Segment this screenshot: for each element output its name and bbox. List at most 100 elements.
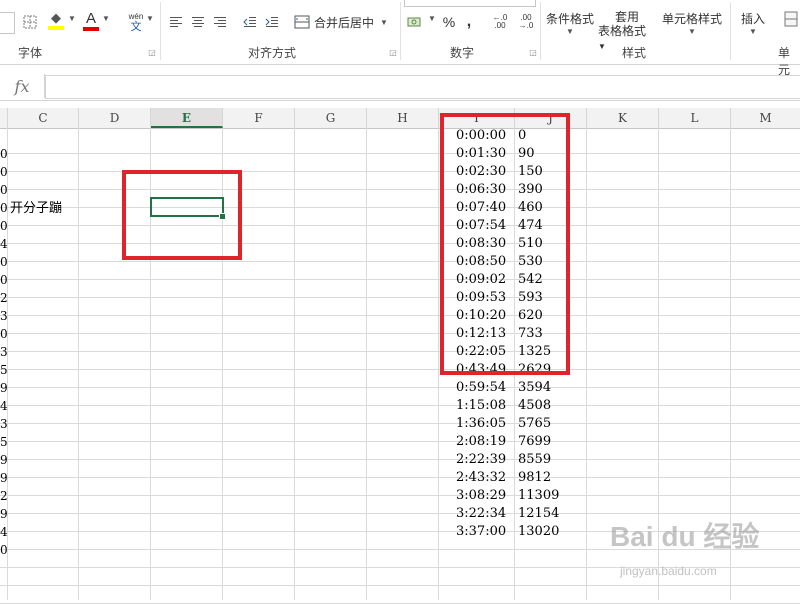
font-color-button[interactable]: A: [80, 8, 102, 32]
dialog-launcher-icon[interactable]: ◲: [388, 48, 398, 57]
cell-b-partial[interactable]: 5: [0, 433, 7, 451]
cell-b-partial[interactable]: 0: [0, 253, 7, 271]
number-format-dropdown[interactable]: [404, 0, 536, 7]
formula-input[interactable]: [45, 75, 800, 99]
cell-time[interactable]: 1:15:08: [456, 397, 506, 415]
column-header-d[interactable]: D: [79, 108, 151, 128]
merge-center-button[interactable]: 合并后居中 ▼: [294, 12, 392, 32]
insert-function-button[interactable]: fx: [0, 74, 45, 98]
fill-color-icon: ◆: [51, 10, 61, 25]
chevron-down-icon[interactable]: ▼: [146, 14, 154, 23]
cell-time[interactable]: 2:22:39: [456, 451, 506, 469]
group-divider: [540, 2, 541, 60]
cell-value[interactable]: 8559: [518, 451, 551, 469]
cell-b-partial[interactable]: 4: [0, 235, 7, 253]
cell-time[interactable]: 2:43:32: [456, 469, 506, 487]
gridline: [0, 315, 800, 316]
cell-b-partial[interactable]: 3: [0, 307, 7, 325]
increase-indent-icon[interactable]: [262, 12, 282, 32]
cell-c-text[interactable]: 开分子蹦: [10, 200, 62, 218]
delete-icon[interactable]: [782, 8, 800, 30]
column-header-c[interactable]: C: [8, 108, 79, 128]
cell-b-partial[interactable]: 0: [0, 163, 7, 181]
cell-b-partial[interactable]: 4: [0, 523, 7, 541]
gridline: [0, 513, 800, 514]
gridline: [0, 351, 800, 352]
cell-b-partial[interactable]: 2: [0, 487, 7, 505]
gridline: [0, 153, 800, 154]
cell-value[interactable]: 13020: [518, 523, 559, 541]
cell-b-partial[interactable]: 0: [0, 217, 7, 235]
decrease-decimal-button[interactable]: .00 →.0: [514, 12, 538, 32]
cell-b-partial[interactable]: 0: [0, 541, 7, 559]
chevron-down-icon: ▼: [598, 42, 606, 51]
column-header-l[interactable]: L: [659, 108, 731, 128]
cell-b-partial[interactable]: 9: [0, 379, 7, 397]
chevron-down-icon[interactable]: ▼: [68, 14, 76, 23]
decrease-indent-icon[interactable]: [240, 12, 260, 32]
column-header-h[interactable]: H: [367, 108, 439, 128]
cell-b-partial[interactable]: 9: [0, 505, 7, 523]
cell-b-partial[interactable]: 0: [0, 325, 7, 343]
gridline: [0, 243, 800, 244]
column-header-partial[interactable]: [0, 108, 8, 128]
cell-value[interactable]: 5765: [518, 415, 551, 433]
cell-value[interactable]: 12154: [518, 505, 559, 523]
cell-value[interactable]: 4508: [518, 397, 551, 415]
cell-b-partial[interactable]: 4: [0, 397, 7, 415]
dialog-launcher-icon[interactable]: ◲: [528, 48, 538, 57]
cell-time[interactable]: 3:08:29: [456, 487, 506, 505]
align-left-icon[interactable]: [166, 12, 186, 32]
align-right-icon[interactable]: [210, 12, 230, 32]
cell-styles-button[interactable]: 单元格样式 ▼: [660, 0, 724, 42]
cell-b-partial[interactable]: 3: [0, 343, 7, 361]
cell-value[interactable]: 11309: [518, 487, 559, 505]
cell-b-partial[interactable]: 9: [0, 469, 7, 487]
fill-color-button[interactable]: ◆: [44, 8, 68, 32]
cell-time[interactable]: 3:37:00: [456, 523, 506, 541]
cell-time[interactable]: 1:36:05: [456, 415, 506, 433]
cell-b-partial[interactable]: 0: [0, 271, 7, 289]
annotation-box-data: [440, 113, 570, 375]
cell-time[interactable]: 2:08:19: [456, 433, 506, 451]
cell-b-partial[interactable]: 5: [0, 361, 7, 379]
increase-decimal-button[interactable]: ←.0.00: [488, 12, 512, 32]
cell-value[interactable]: 7699: [518, 433, 551, 451]
gridline: [0, 387, 800, 388]
cell-time[interactable]: 3:22:34: [456, 505, 506, 523]
cell-b-partial[interactable]: 3: [0, 415, 7, 433]
column-header-k[interactable]: K: [587, 108, 659, 128]
cell-b-partial[interactable]: 0: [0, 145, 7, 163]
phonetic-guide-button[interactable]: wén 文: [124, 10, 148, 34]
cell-b-partial[interactable]: 0: [0, 199, 7, 217]
cell-b-partial[interactable]: 0: [0, 181, 7, 199]
column-header-e[interactable]: E: [151, 108, 223, 128]
gridline: [0, 459, 800, 460]
percent-button[interactable]: %: [440, 12, 458, 32]
number-group-label: 数字: [450, 46, 475, 60]
gridline: [0, 225, 800, 226]
currency-icon[interactable]: [404, 12, 426, 32]
cell-value[interactable]: 9812: [518, 469, 551, 487]
dialog-launcher-icon[interactable]: ◲: [147, 48, 157, 57]
column-header-m[interactable]: M: [731, 108, 800, 128]
borders-icon[interactable]: [20, 12, 40, 32]
font-size-dropdown[interactable]: [0, 12, 15, 34]
chevron-down-icon[interactable]: ▼: [102, 14, 110, 23]
cell-b-partial[interactable]: 9: [0, 451, 7, 469]
cell-b-partial[interactable]: 2: [0, 289, 7, 307]
group-divider: [400, 2, 401, 60]
format-as-table-button[interactable]: 套用 表格格式 ▼: [598, 0, 656, 51]
gridline: [0, 585, 800, 586]
conditional-format-button[interactable]: 条件格式 ▼: [544, 0, 596, 42]
align-center-icon[interactable]: [188, 12, 208, 32]
cell-time[interactable]: 0:59:54: [456, 379, 506, 397]
insert-button[interactable]: 插入 ▼: [736, 0, 770, 42]
column-header-f[interactable]: F: [223, 108, 295, 128]
column-header-g[interactable]: G: [295, 108, 367, 128]
comma-button[interactable]: ,: [462, 12, 476, 32]
cell-value[interactable]: 3594: [518, 379, 551, 397]
chevron-down-icon[interactable]: ▼: [428, 14, 436, 23]
font-group-label: 字体: [18, 46, 43, 60]
group-divider: [160, 2, 161, 60]
